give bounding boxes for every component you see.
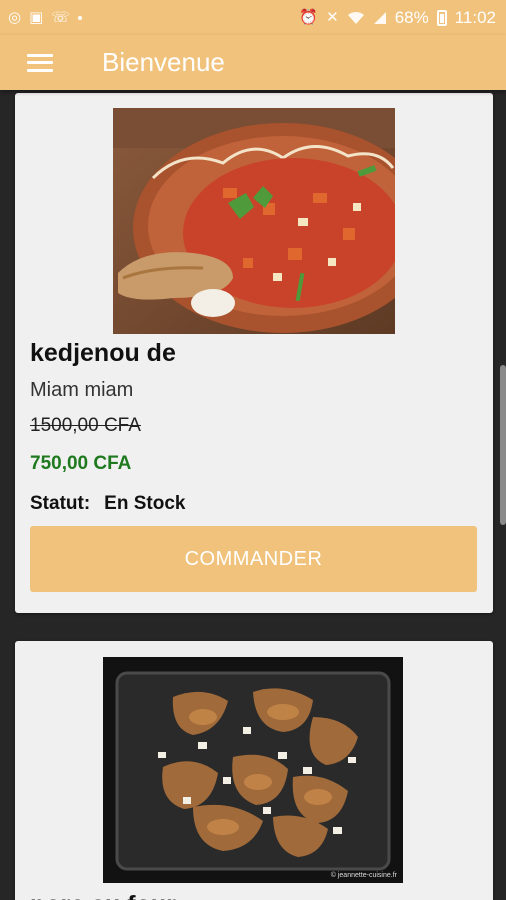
app-title: Bienvenue [102,47,225,77]
status-right-icons: ⏰ ✕ 68% 11:02 [299,8,496,28]
status-value: En Stock [104,493,186,514]
battery-icon [436,9,447,26]
product-description: Miam miam [30,379,134,401]
battery-percent: 68% [394,7,429,27]
wifi-icon [347,11,364,24]
mute-icon: ✕ [326,9,339,26]
scrollbar[interactable] [500,365,506,525]
signal-icon [373,11,386,24]
order-button[interactable]: COMMANDER [30,526,477,592]
product-title: porc au four [30,891,176,900]
product-list[interactable]: kedjenou de Miam miam 1500,00 CFA 750,00… [0,90,506,900]
status-label: Statut: [30,493,91,514]
product-title: kedjenou de [30,339,176,367]
image-watermark: © jeannette-cuisine.fr [330,872,397,879]
alarm-icon: ⏰ [299,9,319,26]
stock-status: Statut: En Stock [30,493,185,515]
circle-icon: ◎ [8,9,22,26]
product-card: kedjenou de Miam miam 1500,00 CFA 750,00… [15,93,493,613]
dot-icon [78,15,83,20]
hamburger-icon [27,53,53,72]
old-price: 1500,00 CFA [30,415,141,436]
product-card: © jeannette-cuisine.fr porc au four [15,641,493,900]
missed-call-icon: ☏ [51,9,71,26]
product-image[interactable] [113,108,395,334]
status-bar: ◎ ▣ ☏ ⏰ ✕ 68% 11:02 [0,0,506,35]
status-left-icons: ◎ ▣ ☏ [8,9,83,26]
product-image[interactable]: © jeannette-cuisine.fr [103,657,403,883]
app-bar: Bienvenue [0,35,506,90]
new-price: 750,00 CFA [30,453,132,474]
image-icon: ▣ [29,9,44,26]
menu-button[interactable] [10,35,70,90]
clock: 11:02 [454,7,496,27]
